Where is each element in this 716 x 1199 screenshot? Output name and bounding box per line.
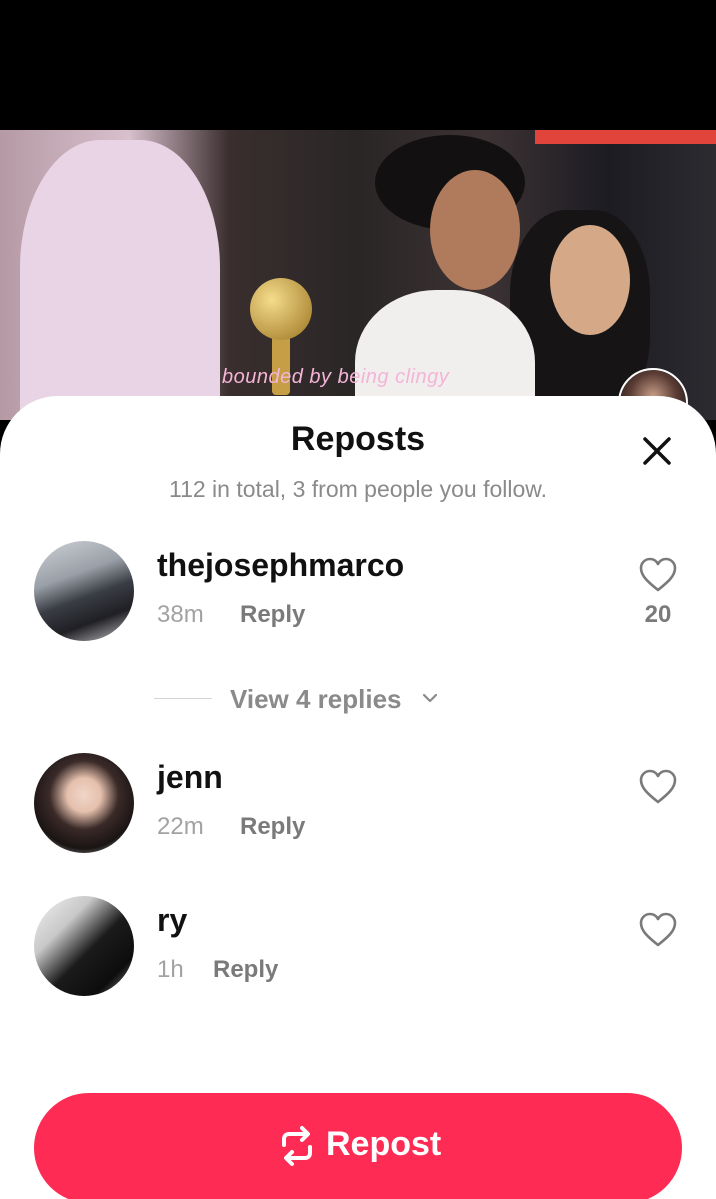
reply-button[interactable]: Reply	[240, 813, 305, 841]
like-count: 20	[644, 601, 672, 628]
heart-icon	[639, 769, 677, 804]
heart-icon	[639, 912, 677, 947]
repost-icon	[282, 1126, 312, 1166]
username[interactable]: thejosephmarco	[157, 547, 404, 584]
video-figure-dress	[20, 140, 220, 420]
reposts-sheet: Reposts 112 in total, 3 from people you …	[0, 396, 716, 1199]
repost-button-label: Repost	[326, 1125, 442, 1163]
video-background[interactable]: bounded by being clingy	[0, 130, 716, 420]
status-bar	[0, 0, 716, 130]
heart-icon	[639, 557, 677, 592]
repost-summary: 112 in total, 3 from people you follow.	[168, 476, 548, 502]
repost-button[interactable]: Repost	[34, 1093, 682, 1199]
avatar[interactable]	[34, 541, 134, 641]
list-item: thejosephmarco 38m Reply 20	[0, 541, 716, 651]
video-caption: bounded by being clingy	[222, 366, 450, 388]
video-red-backdrop	[535, 130, 716, 144]
reply-button[interactable]: Reply	[213, 956, 278, 984]
video-figure-face	[550, 225, 630, 335]
timestamp: 22m	[157, 813, 204, 840]
sheet-title: Reposts	[290, 420, 426, 458]
like-button[interactable]	[636, 765, 680, 809]
video-figure-face	[430, 170, 520, 290]
reply-button[interactable]: Reply	[240, 601, 305, 629]
close-button[interactable]	[636, 430, 678, 472]
like-button[interactable]	[636, 908, 680, 952]
chevron-down-icon	[422, 693, 438, 703]
like-button[interactable]	[636, 553, 680, 597]
avatar[interactable]	[34, 753, 134, 853]
close-icon	[643, 437, 671, 465]
username[interactable]: ry	[157, 902, 187, 939]
avatar[interactable]	[34, 896, 134, 996]
timestamp: 38m	[157, 601, 204, 628]
username[interactable]: jenn	[157, 759, 223, 796]
timestamp: 1h	[157, 956, 184, 983]
trophy	[250, 278, 312, 340]
list-item: jenn 22m Reply	[0, 753, 716, 863]
view-replies-label: View 4 replies	[230, 684, 402, 714]
list-item: ry 1h Reply	[0, 896, 716, 1006]
divider	[154, 698, 212, 699]
